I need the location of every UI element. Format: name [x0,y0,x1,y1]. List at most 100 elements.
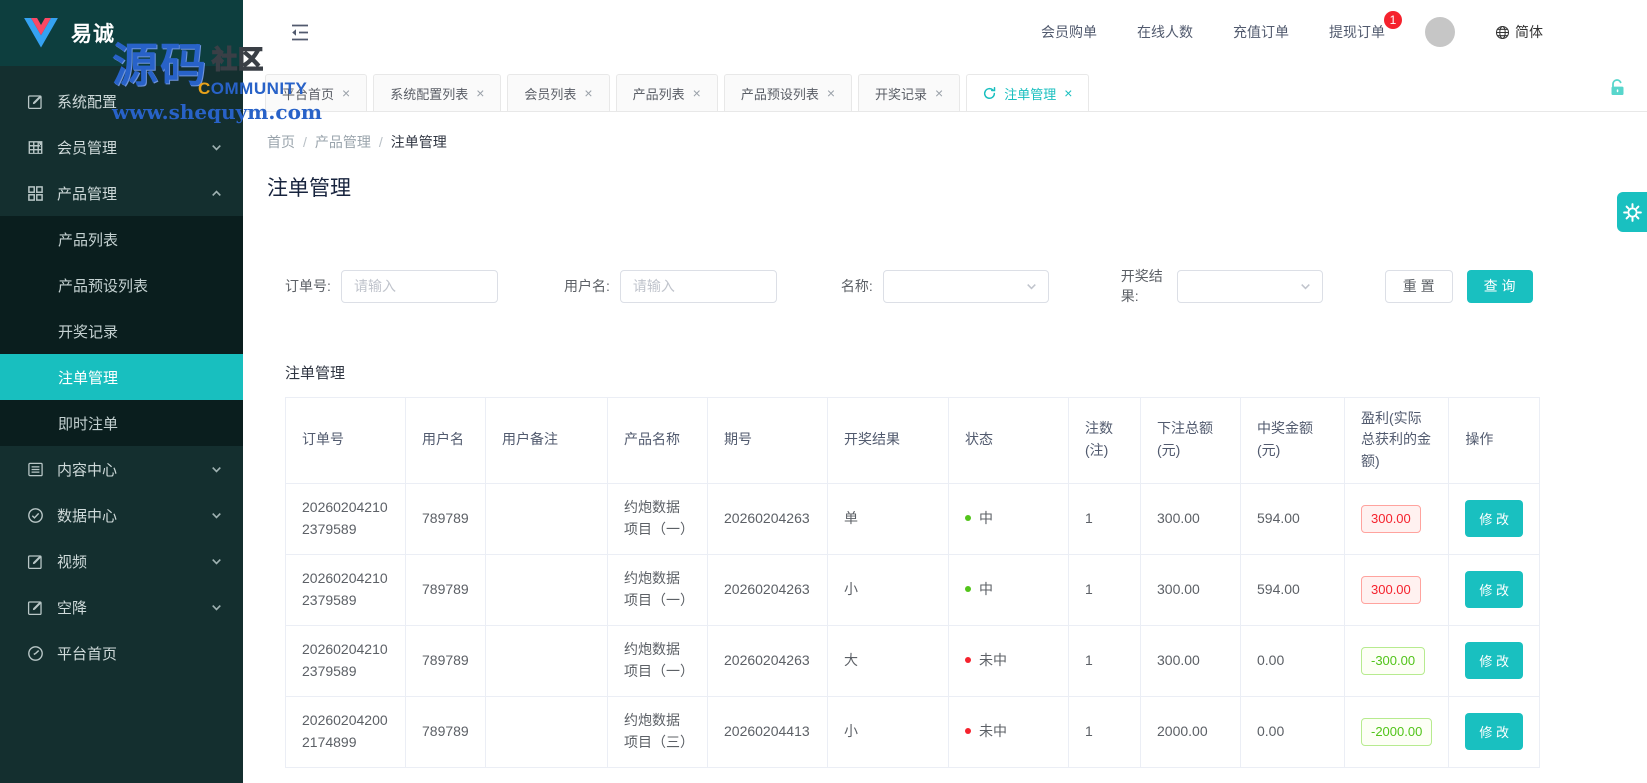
topbar-link[interactable]: 会员购单 [1041,22,1097,42]
topbar: 会员购单 在线人数 充值订单 提现订单1 简体 [243,0,1647,64]
unlock-icon[interactable] [1610,79,1633,96]
edit-button[interactable]: 修 改 [1465,642,1523,679]
breadcrumb-item[interactable]: 首页 [267,134,295,150]
order-no-input[interactable] [341,270,498,303]
sidebar-item-label: 会员管理 [57,137,117,158]
cell-win-amount: 0.00 [1241,696,1345,767]
close-icon[interactable]: × [476,85,484,101]
cell-profit: -2000.00 [1345,696,1449,767]
page-title: 注单管理 [267,172,1623,202]
edit-button[interactable]: 修 改 [1465,500,1523,537]
cell-issue: 20260204263 [708,554,828,625]
order-no-label: 订单号: [285,276,331,296]
sidebar-subitem[interactable]: 注单管理 [0,354,243,400]
sidebar-item[interactable]: 数据中心 [0,492,243,538]
sidebar-item[interactable]: 会员管理 [0,124,243,170]
column-header: 下注总额(元) [1141,397,1241,483]
close-icon[interactable]: × [693,85,701,101]
cell-status: 中 [949,554,1069,625]
cell-product: 约炮数据项目（一） [608,625,708,696]
sidebar-subitem[interactable]: 即时注单 [0,400,243,446]
sidebar-item-label: 内容中心 [57,459,117,480]
language-switcher[interactable]: 简体 [1495,22,1543,42]
settings-panel-button[interactable] [1617,192,1647,232]
sidebar-subitem[interactable]: 开奖记录 [0,308,243,354]
close-icon[interactable]: × [342,85,350,101]
cell-action: 修 改 [1449,483,1540,554]
column-header: 中奖金额(元) [1241,397,1345,483]
check-circle-icon [26,506,44,524]
search-button[interactable]: 查 询 [1467,270,1533,303]
cell-win-amount: 594.00 [1241,483,1345,554]
cell-order-no: 202602042002174899 [286,696,406,767]
sidebar-subitem[interactable]: 产品列表 [0,216,243,262]
cell-username: 789789 [406,554,486,625]
cell-bets: 1 [1069,483,1141,554]
close-icon[interactable]: × [935,85,943,101]
cell-order-no: 202602042102379589 [286,483,406,554]
close-icon[interactable]: × [1064,85,1072,101]
cell-order-no: 202602042102379589 [286,554,406,625]
cell-win-amount: 0.00 [1241,625,1345,696]
tab-item[interactable]: 产品预设列表× [724,74,852,111]
edit-button[interactable]: 修 改 [1465,713,1523,750]
sidebar-item[interactable]: 内容中心 [0,446,243,492]
topbar-link[interactable]: 充值订单 [1233,22,1289,42]
edit-button[interactable]: 修 改 [1465,571,1523,608]
column-header: 注数(注) [1069,397,1141,483]
topbar-items: 会员购单 在线人数 充值订单 提现订单1 简体 [1041,17,1543,47]
result-label: 开奖结果: [1121,266,1167,307]
sidebar-collapse-icon[interactable] [289,23,311,42]
reset-button[interactable]: 重 置 [1385,270,1453,303]
sidebar-subitem-label: 开奖记录 [58,321,118,342]
tab-item[interactable]: 产品列表× [616,74,718,111]
tab-item[interactable]: 注单管理× [966,74,1089,111]
chevron-up-icon [210,187,223,200]
tab-bar: 平台首页×系统配置列表×会员列表×产品列表×产品预设列表×开奖记录×注单管理× [243,64,1647,112]
sidebar-item[interactable]: 视频 [0,538,243,584]
username-input[interactable] [620,270,777,303]
close-icon[interactable]: × [827,85,835,101]
brand-logo-icon [24,18,58,48]
tab-item[interactable]: 平台首页× [265,74,367,111]
tab-item[interactable]: 开奖记录× [858,74,960,111]
cell-issue: 20260204413 [708,696,828,767]
sidebar-item[interactable]: 产品管理 [0,170,243,216]
orders-table: 订单号用户名用户备注产品名称期号开奖结果状态注数(注)下注总额(元)中奖金额(元… [285,397,1540,768]
topbar-link[interactable]: 提现订单1 [1329,22,1385,42]
column-header: 订单号 [286,397,406,483]
cell-product: 约炮数据项目（一） [608,554,708,625]
close-icon[interactable]: × [584,85,592,101]
cell-issue: 20260204263 [708,625,828,696]
cell-action: 修 改 [1449,625,1540,696]
cell-result: 大 [828,625,949,696]
topbar-link[interactable]: 在线人数 [1137,22,1193,42]
status-dot [965,728,971,734]
name-select[interactable] [883,270,1049,303]
column-header: 盈利(实际总获利的金额) [1345,397,1449,483]
chevron-down-icon [210,463,223,476]
result-select[interactable] [1177,270,1323,303]
tab-item[interactable]: 系统配置列表× [373,74,501,111]
cell-bet-total: 300.00 [1141,483,1241,554]
sidebar-item[interactable]: 系统配置 [0,78,243,124]
user-avatar[interactable] [1425,17,1455,47]
chevron-down-icon [210,141,223,154]
sidebar-item[interactable]: 平台首页 [0,630,243,676]
table-row: 202602042102379589789789 约炮数据项目（一）2026020… [286,554,1540,625]
sidebar-item[interactable]: 空降 [0,584,243,630]
cell-bet-total: 2000.00 [1141,696,1241,767]
breadcrumb-item[interactable]: 产品管理 [315,134,371,150]
sidebar-menu: 系统配置会员管理产品管理产品列表产品预设列表开奖记录注单管理即时注单内容中心数据… [0,66,243,783]
chevron-down-icon [210,601,223,614]
profit-badge: 300.00 [1361,505,1421,533]
filter-name: 名称: [841,270,1049,303]
cell-remark [486,554,608,625]
content-area: 首页/产品管理/注单管理 注单管理 订单号: 用户名: 名称: [243,112,1647,783]
refresh-icon[interactable] [983,87,996,100]
sidebar-subitem[interactable]: 产品预设列表 [0,262,243,308]
dashboard-icon [26,644,44,662]
cell-bets: 1 [1069,625,1141,696]
gear-icon [1623,203,1642,222]
tab-item[interactable]: 会员列表× [507,74,609,111]
